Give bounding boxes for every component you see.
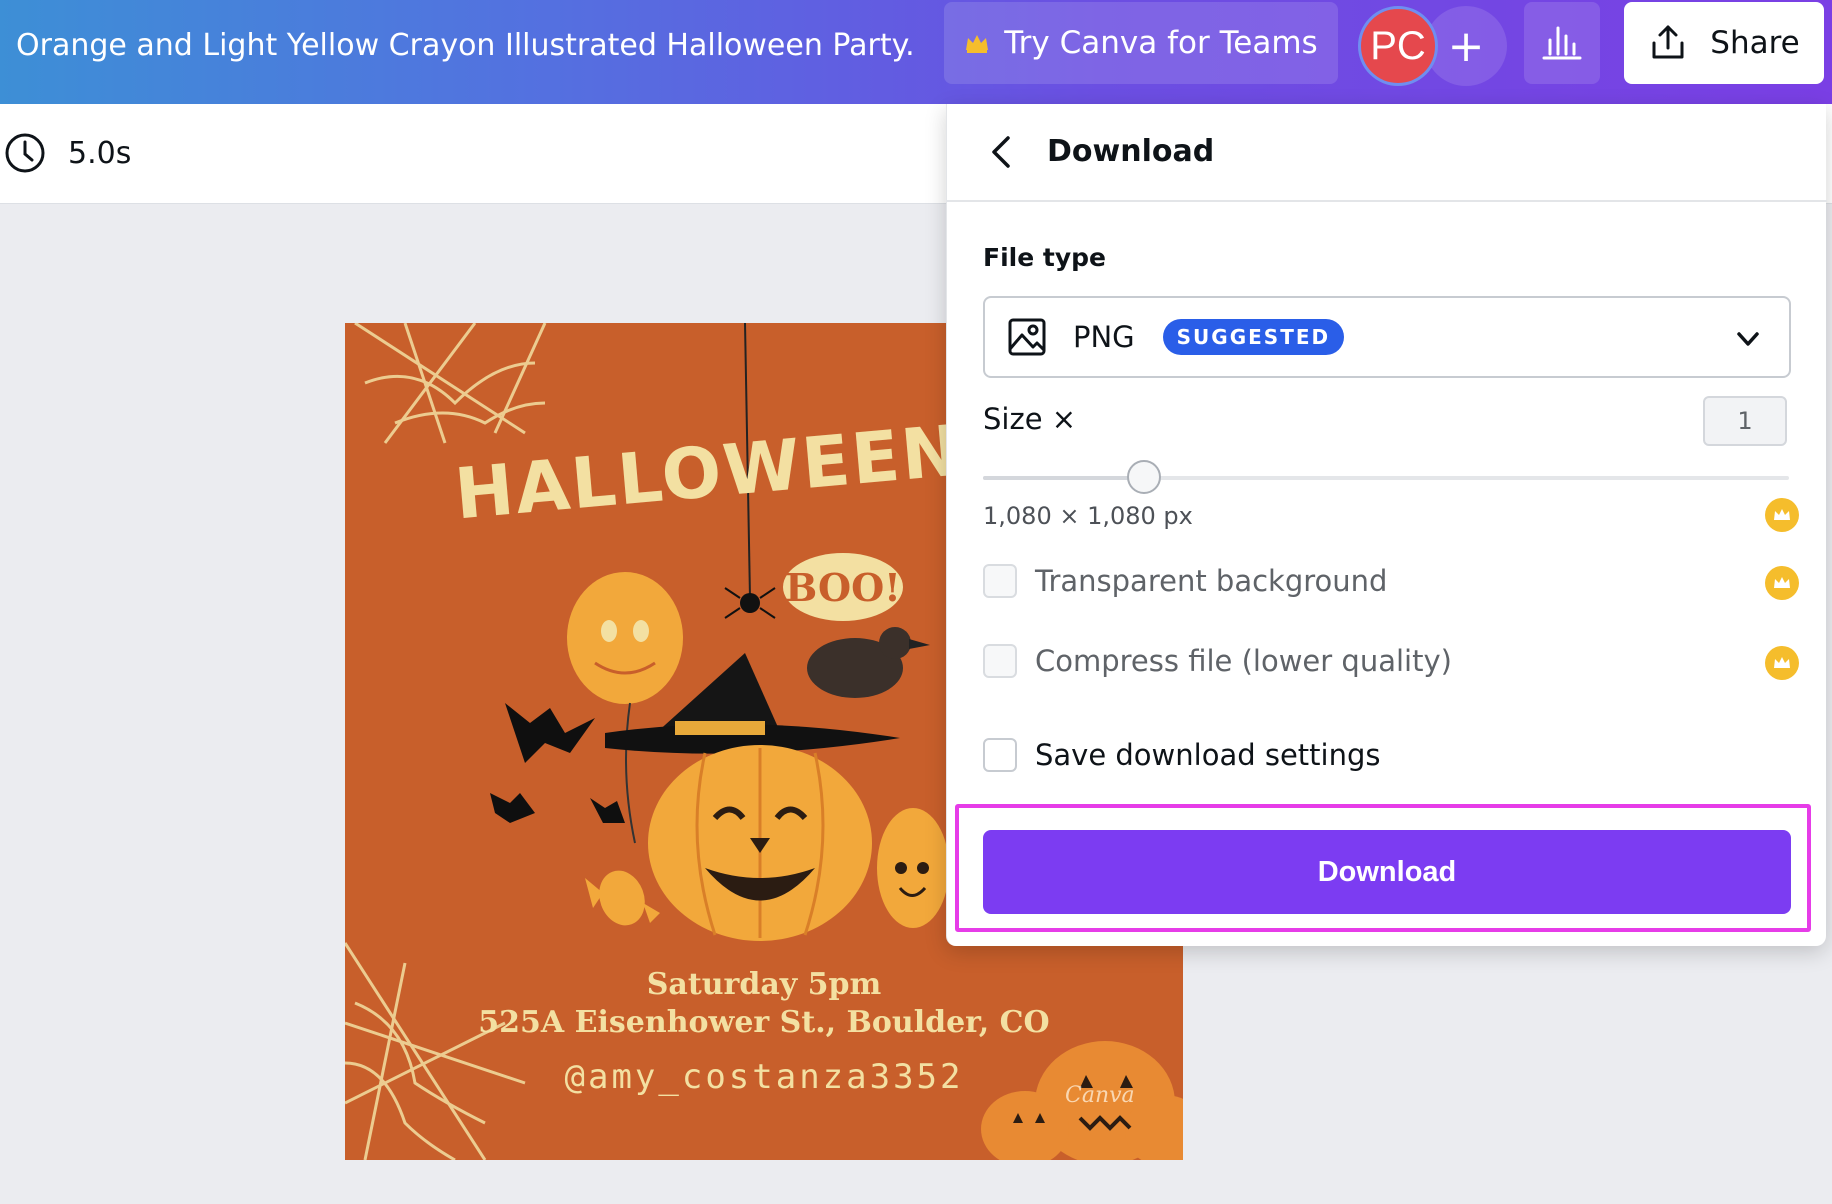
- option-save-download-settings[interactable]: Save download settings: [983, 738, 1381, 772]
- download-button[interactable]: Download: [983, 830, 1791, 914]
- insights-button[interactable]: [1524, 2, 1600, 84]
- avatar-initials: PC: [1370, 23, 1426, 68]
- option-compress-file[interactable]: Compress file (lower quality): [983, 644, 1452, 678]
- export-dimensions: 1,080 × 1,080 px: [983, 502, 1193, 530]
- size-slider-fill: [983, 476, 1145, 480]
- canva-watermark: Canva: [1065, 1083, 1135, 1108]
- panel-title: Download: [1047, 134, 1215, 169]
- crown-icon: [966, 35, 989, 53]
- option-transparent-background[interactable]: Transparent background: [983, 564, 1387, 598]
- compress-file-label: Compress file (lower quality): [1035, 644, 1452, 678]
- event-address: 525A Eisenhower St., Boulder, CO: [478, 1005, 1050, 1040]
- try-canva-teams-button[interactable]: Try Canva for Teams: [944, 2, 1338, 84]
- file-type-value: PNG: [1073, 320, 1135, 354]
- compress-file-checkbox[interactable]: [983, 644, 1017, 678]
- suggested-badge: SUGGESTED: [1162, 319, 1345, 355]
- editor-header: Orange and Light Yellow Crayon Illustrat…: [0, 0, 1832, 104]
- size-slider-thumb[interactable]: [1127, 460, 1162, 494]
- premium-crown-icon: [1765, 646, 1799, 680]
- spiderweb-top-left-icon: [354, 323, 547, 444]
- event-handle: @amy_costanza3352: [564, 1057, 964, 1097]
- back-button[interactable]: [981, 132, 1021, 172]
- document-title[interactable]: Orange and Light Yellow Crayon Illustrat…: [16, 24, 916, 68]
- chevron-down-icon: [1737, 332, 1759, 346]
- download-panel-header: Download: [947, 104, 1827, 202]
- event-time: Saturday 5pm: [646, 967, 882, 1002]
- download-panel: Download File type PNG SUGGESTED Size × …: [946, 104, 1827, 946]
- share-button[interactable]: Share: [1624, 2, 1824, 84]
- avatar[interactable]: PC: [1358, 6, 1438, 86]
- page-duration[interactable]: 5.0s: [4, 132, 131, 174]
- try-canva-teams-label: Try Canva for Teams: [1004, 25, 1318, 61]
- transparent-background-label: Transparent background: [1035, 564, 1388, 598]
- save-settings-checkbox[interactable]: [983, 738, 1017, 772]
- plus-icon: +: [1447, 20, 1485, 72]
- file-type-label: File type: [983, 243, 1106, 272]
- transparent-background-checkbox[interactable]: [983, 564, 1017, 598]
- chevron-left-icon: [992, 136, 1010, 168]
- file-type-select[interactable]: PNG SUGGESTED: [983, 296, 1791, 378]
- image-icon: [1008, 318, 1046, 356]
- clock-icon: [5, 133, 45, 173]
- size-label: Size ×: [983, 402, 1077, 436]
- speech-bubble: BOO!: [783, 553, 903, 621]
- save-settings-label: Save download settings: [1035, 738, 1381, 772]
- speech-bubble-text: BOO!: [785, 564, 901, 610]
- bar-chart-icon: [1542, 26, 1582, 60]
- size-input[interactable]: 1: [1703, 396, 1787, 446]
- upload-icon: [1652, 25, 1684, 59]
- premium-crown-icon: [1765, 566, 1799, 600]
- duration-label: 5.0s: [68, 135, 132, 171]
- size-slider[interactable]: [983, 476, 1789, 480]
- share-label: Share: [1710, 25, 1800, 61]
- download-button-label: Download: [1317, 855, 1457, 888]
- premium-crown-icon: [1765, 498, 1799, 532]
